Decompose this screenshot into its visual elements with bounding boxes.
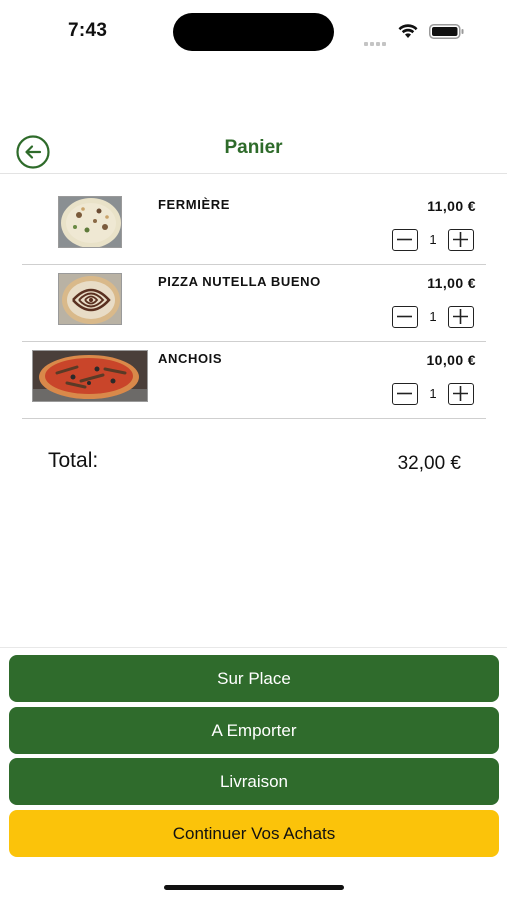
minus-icon <box>397 238 412 241</box>
quantity-value: 1 <box>429 309 437 324</box>
status-time: 7:43 <box>68 20 108 41</box>
pizza-anchois-image <box>32 350 148 402</box>
plus-icon <box>453 232 468 247</box>
bottom-divider <box>0 647 507 648</box>
minus-icon <box>397 315 412 318</box>
increase-quantity-button[interactable] <box>448 229 474 251</box>
item-price: 11,00 € <box>427 198 476 214</box>
decrease-quantity-button[interactable] <box>392 229 418 251</box>
item-name: ANCHOIS <box>158 351 223 366</box>
increase-quantity-button[interactable] <box>448 383 474 405</box>
total-value: 32,00 € <box>397 453 461 474</box>
cellular-signal-icon <box>364 33 392 46</box>
home-indicator <box>164 885 344 890</box>
total-label: Total: <box>48 449 99 472</box>
sur-place-button[interactable]: Sur Place <box>9 655 499 702</box>
cart-item: PIZZA NUTELLA BUENO 11,00 € 1 <box>22 265 486 342</box>
item-price: 11,00 € <box>427 275 476 291</box>
item-price: 10,00 € <box>426 352 476 368</box>
pizza-fermiere-image <box>58 196 122 248</box>
cart-list: FERMIÈRE 11,00 € 1 PIZZA NUTELLA BUENO 1… <box>22 188 486 419</box>
cart-item: ANCHOIS 10,00 € 1 <box>22 342 486 419</box>
quantity-value: 1 <box>429 386 437 401</box>
header: Panier <box>0 125 507 174</box>
plus-icon <box>453 309 468 324</box>
item-name: FERMIÈRE <box>158 197 230 212</box>
continuer-achats-button[interactable]: Continuer Vos Achats <box>9 810 499 857</box>
battery-icon <box>429 24 464 39</box>
quantity-value: 1 <box>429 232 437 247</box>
a-emporter-button[interactable]: A Emporter <box>9 707 499 754</box>
pizza-nutella-image <box>58 273 122 325</box>
item-name: PIZZA NUTELLA BUENO <box>158 274 321 289</box>
status-bar: 7:43 <box>0 0 507 60</box>
dynamic-island <box>173 13 334 51</box>
cart-item: FERMIÈRE 11,00 € 1 <box>22 188 486 265</box>
plus-icon <box>453 386 468 401</box>
decrease-quantity-button[interactable] <box>392 383 418 405</box>
page-title: Panier <box>224 137 283 158</box>
decrease-quantity-button[interactable] <box>392 306 418 328</box>
increase-quantity-button[interactable] <box>448 306 474 328</box>
wifi-icon <box>398 24 418 38</box>
livraison-button[interactable]: Livraison <box>9 758 499 805</box>
minus-icon <box>397 392 412 395</box>
